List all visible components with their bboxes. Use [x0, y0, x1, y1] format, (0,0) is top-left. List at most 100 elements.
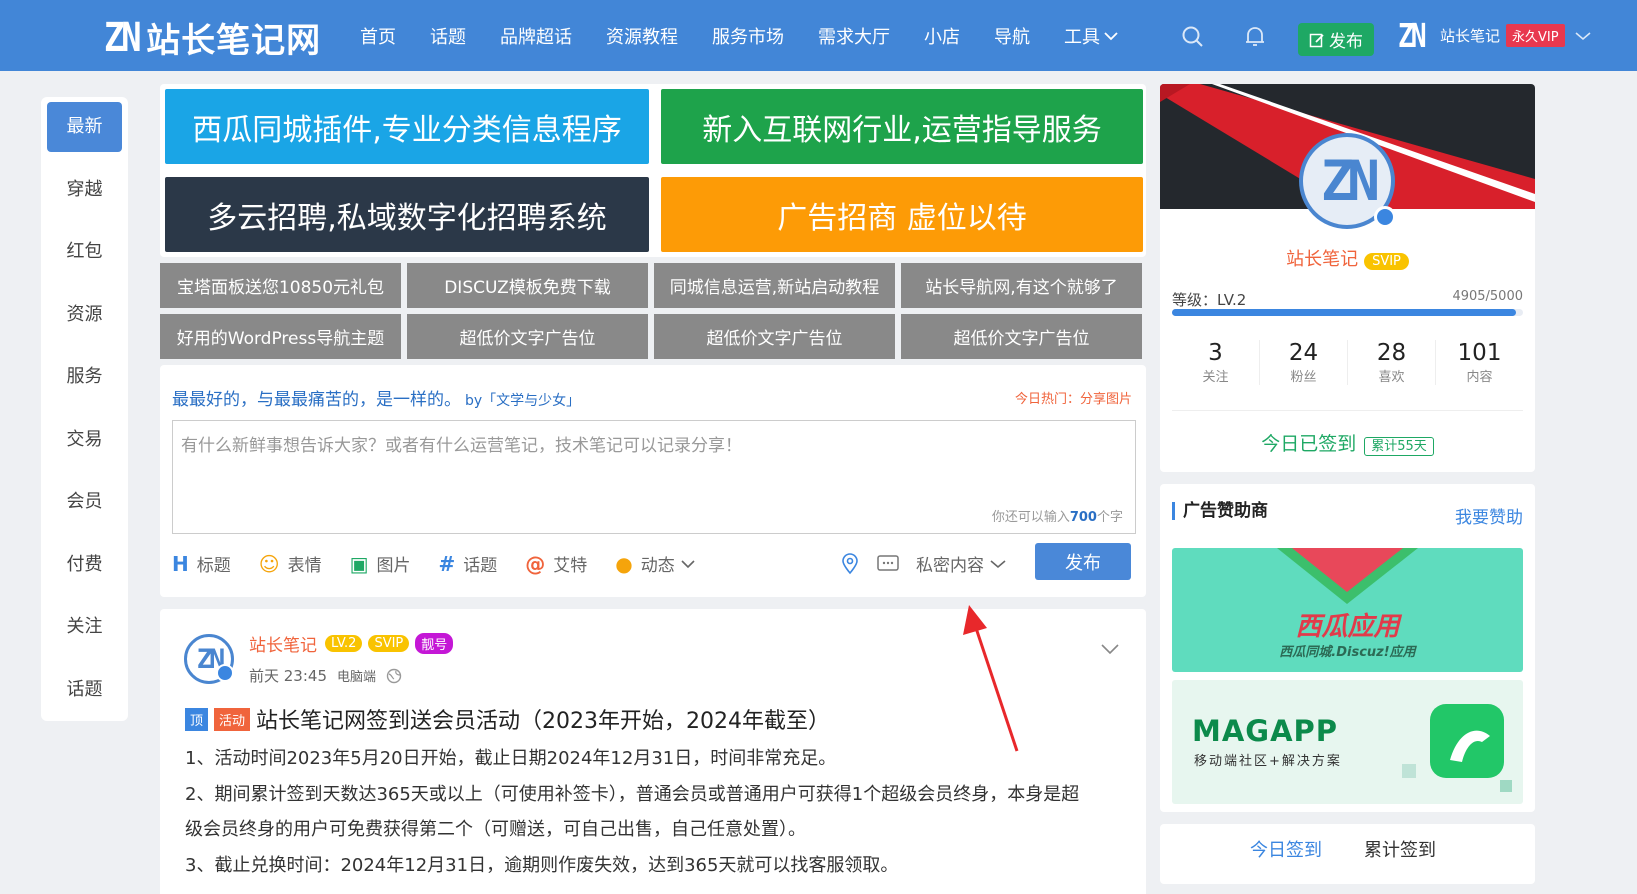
author-name[interactable]: 站长笔记 [249, 631, 317, 656]
nav-home[interactable]: 首页 [360, 23, 396, 49]
sponsor-banner-magapp[interactable]: MAGAPP 移动端社区+解决方案 [1172, 680, 1523, 804]
at-icon: @ [525, 551, 546, 576]
activity-tag: 活动 [214, 707, 251, 731]
text-ad[interactable]: 好用的WordPress导航主题 [160, 314, 401, 359]
profile-name-line: 站长笔记 SVIP [1160, 245, 1535, 271]
text-ad[interactable]: 超低价文字广告位 [654, 314, 895, 359]
svip-badge: SVIP [368, 635, 410, 652]
text-ad[interactable]: 超低价文字广告位 [407, 314, 648, 359]
post-body: 1、活动时间2023年5月20日开始，截止日期2024年12月31日，时间非常充… [185, 741, 1095, 883]
tool-feed-type[interactable]: ● 动态 [615, 551, 695, 576]
vip-badge: 永久VIP [1506, 24, 1565, 47]
main-column: 西瓜同城插件,专业分类信息程序 新入互联网行业,运营指导服务 多云招聘,私域数字… [160, 84, 1146, 894]
text-ad[interactable]: 宝塔面板送您10850元礼包 [160, 263, 401, 308]
pinned-tag: 顶 [185, 707, 209, 731]
text-ad-grid: 宝塔面板送您10850元礼包 DISCUZ模板免费下载 同城信息运营,新站启动教… [160, 263, 1146, 359]
sidebar-item-redpacket[interactable]: 红包 [47, 227, 122, 277]
post-device: 电脑端 [337, 670, 377, 685]
stat-following[interactable]: 3 关注 [1172, 340, 1260, 385]
big-ad[interactable]: 多云招聘,私域数字化招聘系统 [165, 177, 649, 252]
tab-today-signin[interactable]: 今日签到 [1250, 836, 1322, 862]
post-line: 1、活动时间2023年5月20日开始，截止日期2024年12月31日，时间非常充… [185, 748, 837, 769]
stat-label: 关注 [1202, 370, 1229, 385]
search-icon[interactable] [1180, 24, 1206, 50]
char-counter: 你还可以输入700个字 [992, 506, 1123, 525]
red-arrow-annotation [963, 605, 1019, 752]
nav-tools[interactable]: 工具 [1064, 23, 1118, 49]
privacy-select[interactable]: 私密内容 [916, 551, 984, 576]
chevron-down-icon [681, 559, 695, 568]
big-ad[interactable]: 新入互联网行业,运营指导服务 [661, 89, 1143, 164]
logo-mark: ZN [104, 14, 142, 61]
text-ad[interactable]: 同城信息运营,新站启动教程 [654, 263, 895, 308]
location-icon[interactable] [840, 552, 860, 575]
site-logo[interactable]: ZN 站长笔记网 [104, 13, 321, 62]
bell-icon[interactable] [1242, 24, 1268, 50]
nav-topics[interactable]: 话题 [430, 23, 466, 49]
chevron-down-icon [1104, 31, 1118, 40]
stat-label: 粉丝 [1290, 370, 1317, 385]
post-title-line: 顶 活动 站长笔记网签到送会员活动（2023年开始，2024年截至） [185, 703, 830, 735]
stat-content[interactable]: 101 内容 [1436, 340, 1523, 385]
sponsor-panel: 广告赞助商 我要赞助 西瓜应用 西瓜同城.Discuz!应用 MAGAPP 移动… [1160, 484, 1535, 812]
sidebar-item-latest[interactable]: 最新 [47, 102, 122, 152]
sidebar-item-travel[interactable]: 穿越 [47, 165, 122, 215]
nav-tools-label: 工具 [1064, 26, 1100, 48]
post-title[interactable]: 站长笔记网签到送会员活动（2023年开始，2024年截至） [256, 703, 830, 735]
banner-subtitle: 移动端社区+解决方案 [1194, 754, 1342, 769]
tab-total-signin[interactable]: 累计签到 [1364, 836, 1436, 862]
chevron-down-icon [1575, 31, 1591, 40]
tool-label: 话题 [463, 556, 498, 576]
level-badge: LV.2 [325, 635, 363, 652]
tool-mention[interactable]: @ 艾特 [525, 551, 588, 577]
hot-prefix: 今日热门： [1014, 392, 1080, 407]
post-meta: 前天 23:45 电脑端 [249, 665, 402, 686]
remain-post: 个字 [1096, 510, 1123, 525]
sidebar-item-following[interactable]: 关注 [47, 602, 122, 652]
post-menu-chevron-icon[interactable] [1100, 643, 1120, 655]
text-ad[interactable]: DISCUZ模板免费下载 [407, 263, 648, 308]
user-menu[interactable]: ZN 站长笔记 永久VIP [1398, 16, 1591, 55]
publish-button[interactable]: 发布 [1298, 23, 1374, 56]
profile-name[interactable]: 站长笔记 [1286, 249, 1358, 270]
sidebar-item-services[interactable]: 服务 [47, 352, 122, 402]
stat-likes[interactable]: 28 喜欢 [1348, 340, 1436, 385]
username: 站长笔记 [1440, 27, 1501, 45]
nav-services[interactable]: 服务市场 [712, 23, 784, 49]
sidebar-item-members[interactable]: 会员 [47, 477, 122, 527]
sidebar-item-topics[interactable]: 话题 [47, 665, 122, 715]
send-button[interactable]: 发布 [1035, 543, 1131, 580]
tool-heading[interactable]: H 标题 [172, 551, 231, 577]
profile-card: ZN 站长笔记 SVIP 等级：LV.2 4905/5000 3 关注 24 粉丝 2… [1160, 84, 1535, 472]
tool-label: 艾特 [553, 556, 588, 576]
text-ad[interactable]: 站长导航网,有这个就够了 [901, 263, 1142, 308]
sidebar-item-trade[interactable]: 交易 [47, 415, 122, 465]
sidebar-item-paid[interactable]: 付费 [47, 540, 122, 590]
chat-icon[interactable] [876, 553, 902, 575]
sponsor-banner-xigua[interactable]: 西瓜应用 西瓜同城.Discuz!应用 [1172, 548, 1523, 672]
big-ad[interactable]: 西瓜同城插件,专业分类信息程序 [165, 89, 649, 164]
nav-guide[interactable]: 导航 [994, 23, 1030, 49]
text-ad[interactable]: 超低价文字广告位 [901, 314, 1142, 359]
tool-topic[interactable]: # 话题 [439, 551, 498, 577]
exp-progress-bar [1172, 309, 1523, 316]
nav-demand[interactable]: 需求大厅 [818, 23, 890, 49]
nav-resources[interactable]: 资源教程 [606, 23, 678, 49]
svip-badge: SVIP [1364, 253, 1409, 270]
sidebar-item-resources[interactable]: 资源 [47, 290, 122, 340]
nav-brand[interactable]: 品牌超话 [500, 23, 572, 49]
tool-image[interactable]: ▣ 图片 [350, 551, 411, 577]
textarea-placeholder: 有什么新鲜事想告诉大家？或者有什么运营笔记，技术笔记可以记录分享！ [181, 436, 742, 456]
stat-fans[interactable]: 24 粉丝 [1260, 340, 1348, 385]
big-ad[interactable]: 广告招商 虚位以待 [661, 177, 1143, 252]
post-textarea[interactable]: 有什么新鲜事想告诉大家？或者有什么运营笔记，技术笔记可以记录分享！ 你还可以输入… [172, 420, 1136, 534]
signin-status[interactable]: 今日已签到 累计55天 [1160, 429, 1535, 456]
heading-icon: H [172, 551, 189, 576]
hot-topic[interactable]: 今日热门：分享图片 [1015, 388, 1132, 407]
nav-shop[interactable]: 小店 [924, 23, 960, 49]
right-column: ZN 站长笔记 SVIP 等级：LV.2 4905/5000 3 关注 24 粉丝 2… [1160, 84, 1535, 884]
become-sponsor-link[interactable]: 我要赞助 [1455, 503, 1523, 528]
divider [1172, 410, 1523, 411]
tool-emoji[interactable]: ☺ 表情 [259, 551, 322, 577]
quote-text: 最最好的，与最最痛苦的，是一样的。 [172, 390, 461, 410]
